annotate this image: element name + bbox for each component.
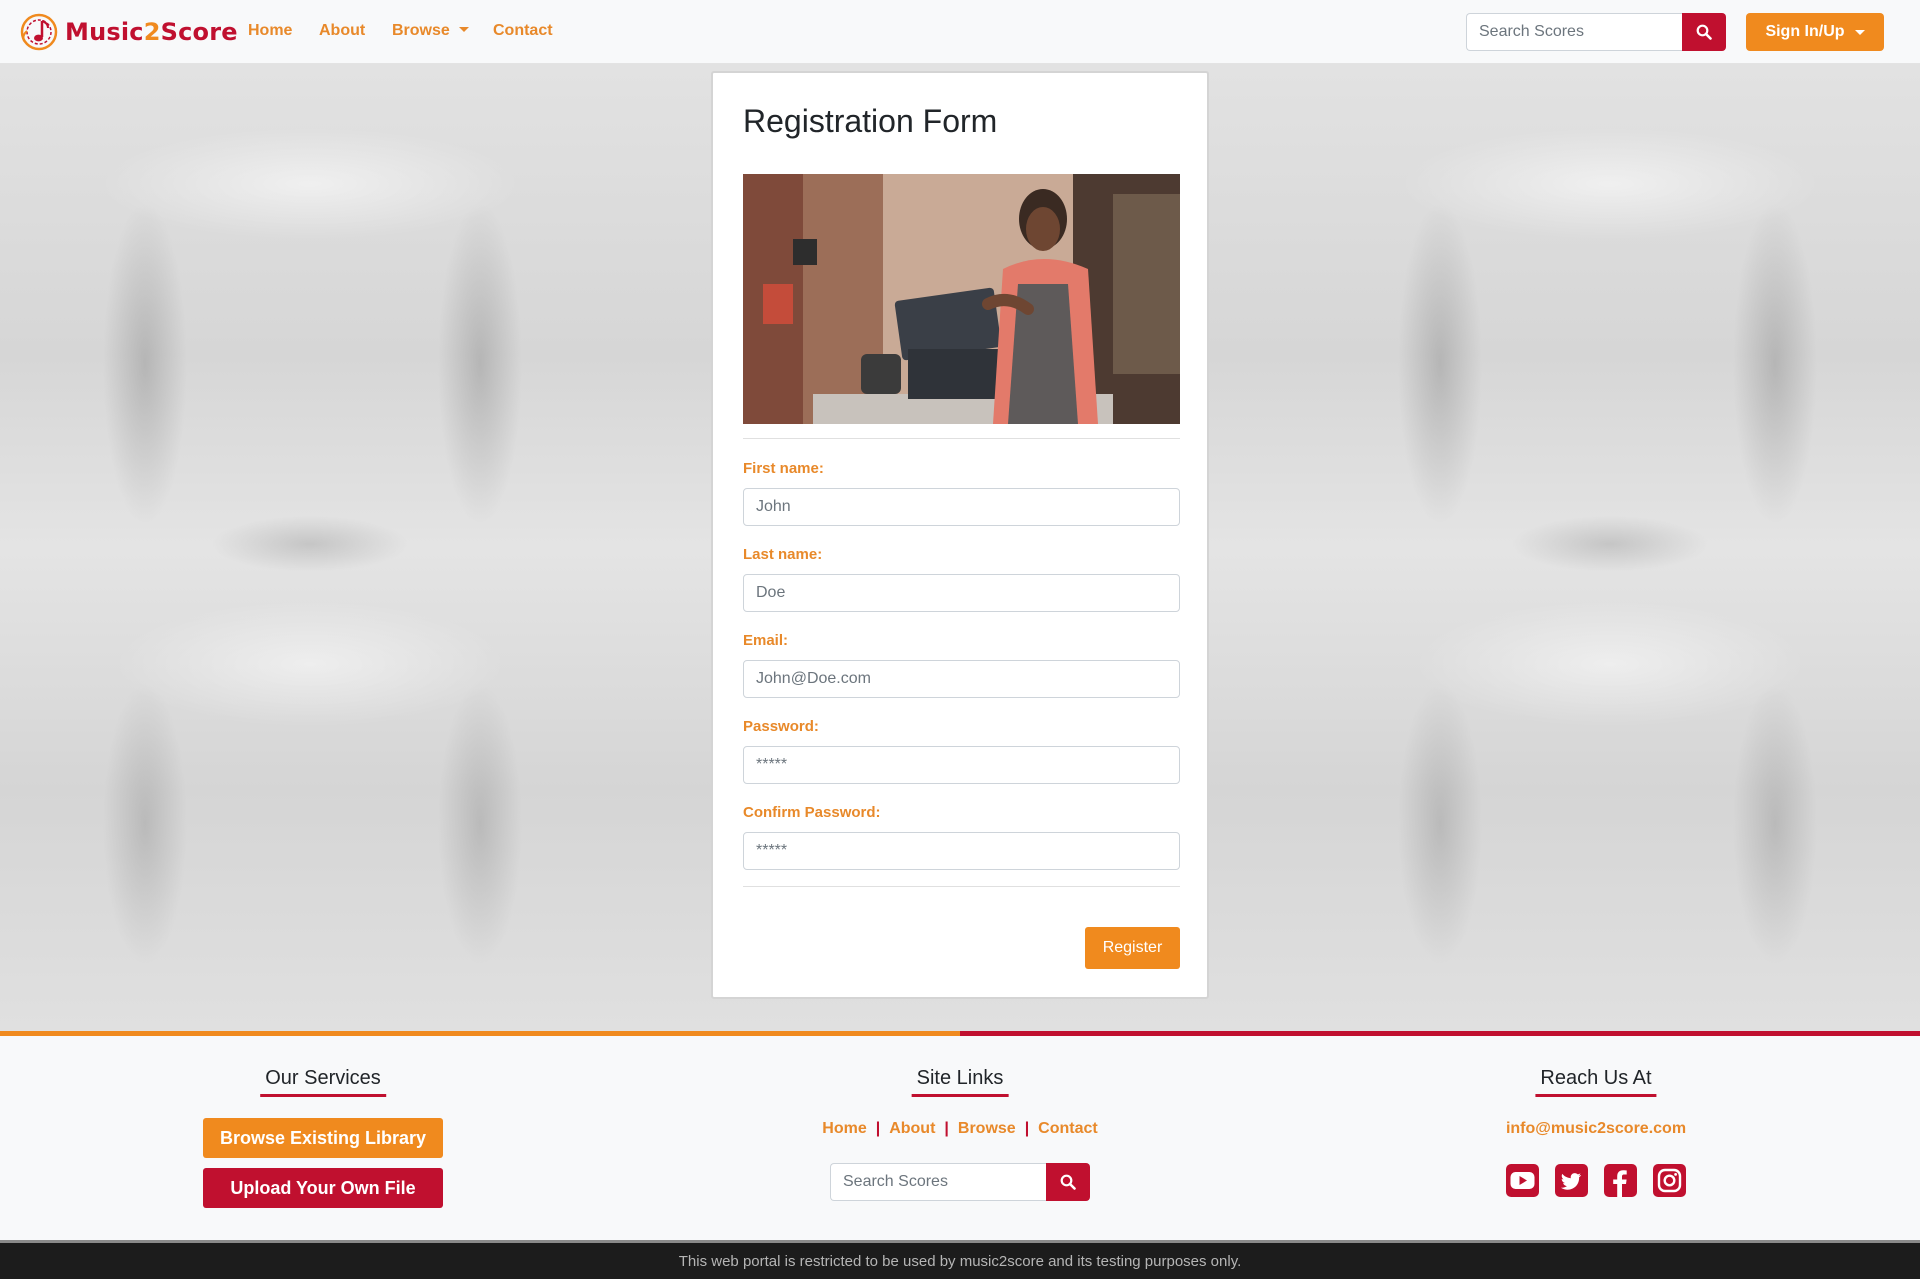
nav-search-form [1466, 13, 1726, 51]
caret-down-icon [1854, 29, 1865, 35]
brand-name-part-1: Music [65, 18, 144, 46]
signin-dropdown-button[interactable]: Sign In/Up [1746, 13, 1884, 51]
footer-link-contact[interactable]: Contact [1038, 1120, 1098, 1137]
services-heading: Our Services [265, 1067, 381, 1097]
nav-contact[interactable]: Contact [493, 22, 553, 40]
footer-site-links: Home | About | Browse | Contact [822, 1120, 1097, 1138]
link-separator: | [944, 1120, 949, 1137]
last-name-input[interactable] [743, 574, 1180, 612]
facebook-icon[interactable] [1604, 1164, 1637, 1197]
divider [743, 438, 1180, 439]
email-label: Email: [743, 632, 789, 649]
search-icon [1060, 1174, 1076, 1190]
form-title: Registration Form [743, 103, 998, 139]
brand-logo-link[interactable]: Music2Score [20, 13, 238, 51]
music-note-logo-icon [20, 13, 58, 51]
sitelinks-heading: Site Links [917, 1067, 1004, 1097]
search-icon [1696, 24, 1712, 40]
registration-card: Registration Form First name: Last name:… [711, 71, 1209, 999]
register-button[interactable]: Register [1085, 927, 1180, 969]
upload-file-button[interactable]: Upload Your Own File [203, 1168, 443, 1208]
instagram-icon[interactable] [1653, 1164, 1686, 1197]
youtube-icon[interactable] [1506, 1164, 1539, 1197]
confirm-password-label: Confirm Password: [743, 804, 881, 821]
signin-label: Sign In/Up [1765, 23, 1845, 40]
confirm-password-input[interactable] [743, 832, 1180, 870]
nav-search-button[interactable] [1682, 13, 1726, 51]
last-name-label: Last name: [743, 546, 823, 563]
nav-browse-label: Browse [392, 22, 450, 39]
reach-heading: Reach Us At [1540, 1067, 1651, 1097]
password-input[interactable] [743, 746, 1180, 784]
link-separator: | [875, 1120, 881, 1137]
disclaimer-bar: This web portal is restricted to be used… [0, 1240, 1920, 1279]
disclaimer-text: This web portal is restricted to be used… [678, 1252, 1242, 1270]
footer-search-input[interactable] [830, 1163, 1046, 1201]
top-navbar: Music2Score Home About Browse Contact Si… [0, 0, 1920, 64]
brand-name-part-2: 2 [143, 18, 161, 46]
site-footer: Our Services Browse Existing Library Upl… [0, 1036, 1920, 1240]
brand-name: Music2Score [65, 18, 238, 46]
nav-about[interactable]: About [319, 22, 365, 40]
email-input[interactable] [743, 660, 1180, 698]
browse-library-button[interactable]: Browse Existing Library [203, 1118, 443, 1158]
nav-browse-dropdown[interactable]: Browse [392, 22, 469, 40]
link-separator: | [1024, 1120, 1030, 1137]
footer-search-button[interactable] [1046, 1163, 1090, 1201]
cashier-photo [743, 174, 1180, 424]
brand-name-part-3: Score [160, 18, 238, 46]
caret-down-icon [458, 27, 469, 32]
footer-link-about[interactable]: About [889, 1120, 935, 1137]
first-name-label: First name: [743, 460, 824, 477]
divider [743, 886, 1180, 887]
nav-home[interactable]: Home [248, 22, 292, 40]
first-name-input[interactable] [743, 488, 1180, 526]
footer-link-browse[interactable]: Browse [958, 1120, 1016, 1137]
nav-search-input[interactable] [1466, 13, 1682, 51]
password-label: Password: [743, 718, 819, 735]
twitter-icon[interactable] [1555, 1164, 1588, 1197]
footer-link-home[interactable]: Home [822, 1120, 866, 1137]
contact-email-link[interactable]: info@music2score.com [1506, 1120, 1686, 1138]
footer-search-form [830, 1163, 1090, 1201]
